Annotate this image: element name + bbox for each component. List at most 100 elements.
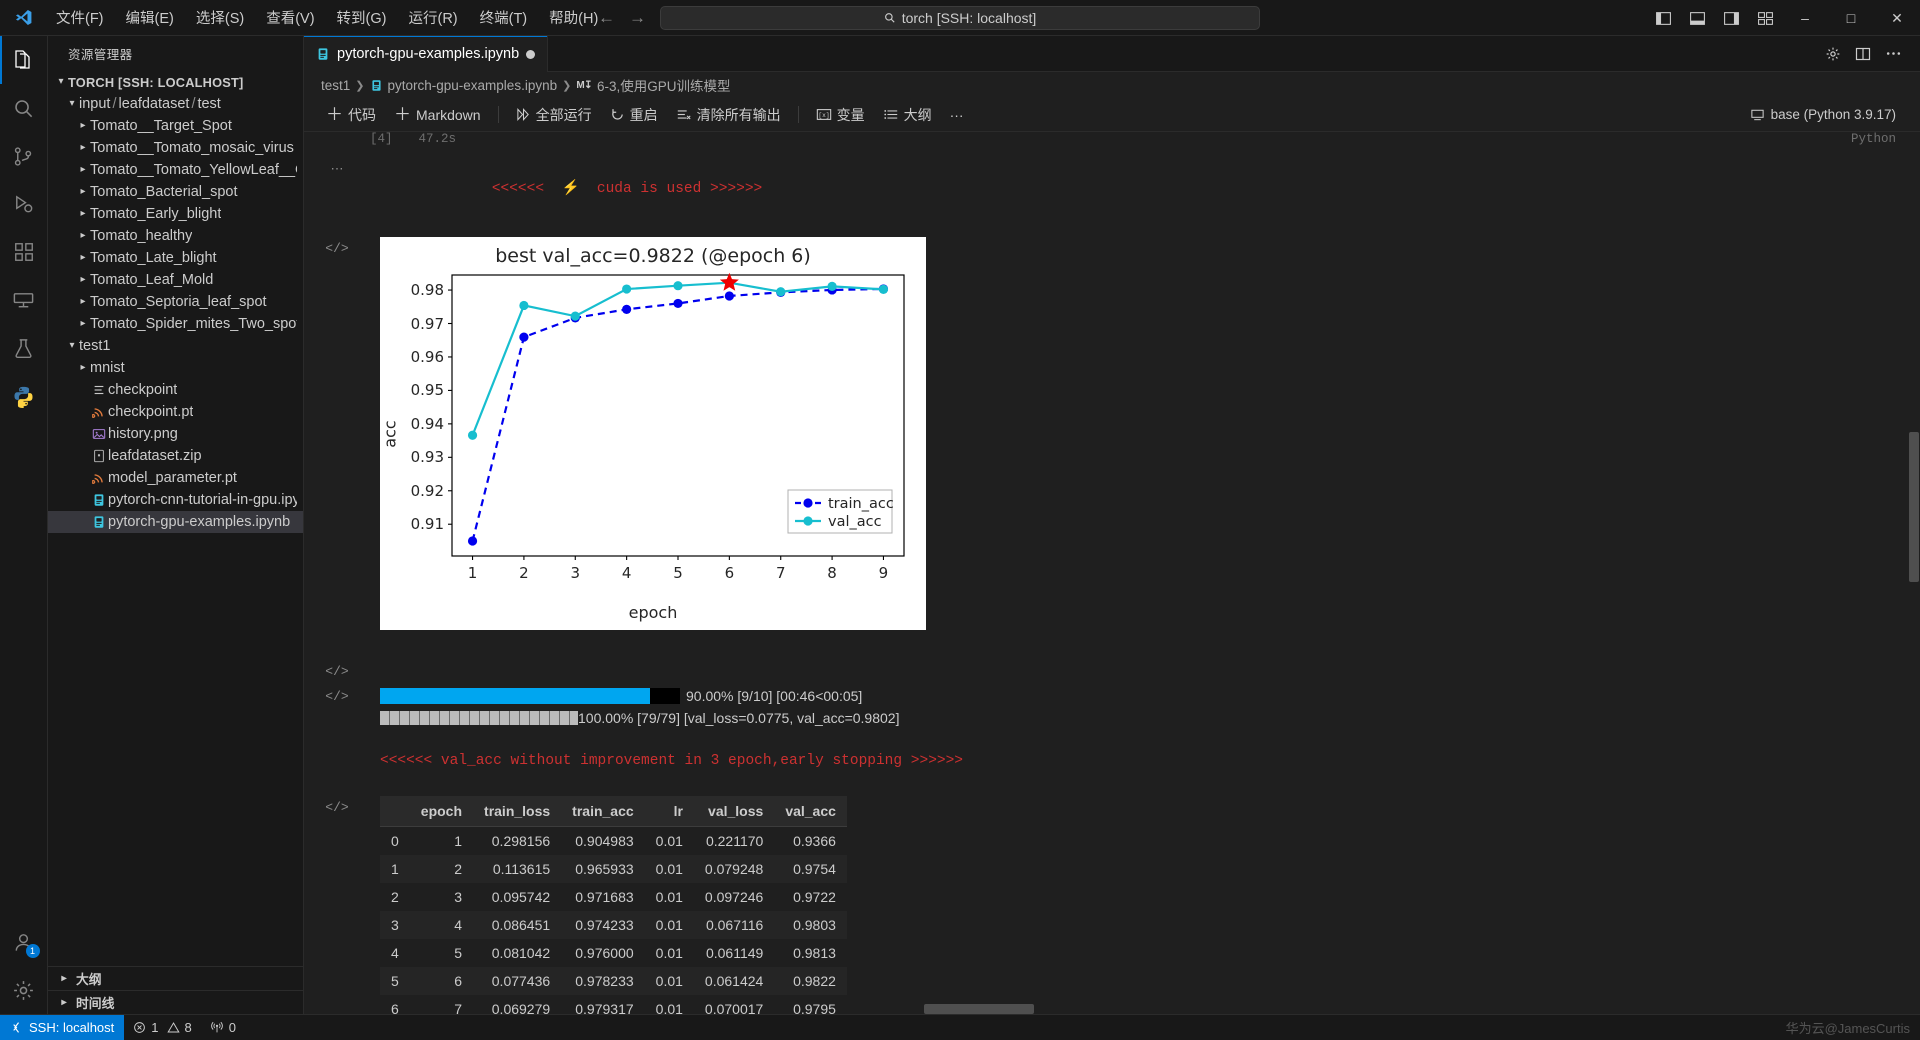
output-code-gutter[interactable]: </> <box>304 685 370 729</box>
window-maximize-button[interactable]: □ <box>1828 0 1874 36</box>
scrollbar-thumb[interactable] <box>1909 431 1919 582</box>
breadcrumb-item-test1[interactable]: test1 <box>321 78 350 93</box>
activity-extensions[interactable] <box>0 228 48 276</box>
settings-gear-icon[interactable] <box>1820 39 1846 69</box>
tree-folder-test1[interactable]: ▾ test1 <box>48 335 303 357</box>
menu-run[interactable]: 运行(R) <box>398 3 467 32</box>
menu-terminal[interactable]: 终端(T) <box>470 3 538 32</box>
activity-explorer[interactable] <box>0 36 48 84</box>
more-actions-icon[interactable] <box>1880 39 1906 69</box>
tree-folder-tomato-early-blight[interactable]: ▸ Tomato_Early_blight <box>48 203 303 225</box>
table-row: 6 7 0.069279 0.979317 0.01 0.070017 0.9795 <box>380 995 847 1014</box>
window-close-button[interactable]: ✕ <box>1874 0 1920 36</box>
chart-legend-val_acc: val_acc <box>828 514 882 530</box>
tree-folder-tomato-yellowleaf-curl[interactable]: ▸ Tomato__Tomato_YellowLeaf__Curl_... <box>48 159 303 181</box>
tree-file-checkpoint[interactable]: checkpoint <box>48 379 303 401</box>
tree-folder-tomato-late-blight[interactable]: ▸ Tomato_Late_blight <box>48 247 303 269</box>
panel-left-icon[interactable] <box>1646 0 1680 36</box>
markdown-icon: M↧ <box>576 79 593 91</box>
output-code-gutter[interactable]: </> <box>304 796 370 1014</box>
window-minimize-button[interactable]: – <box>1782 0 1828 36</box>
table-header-val_loss: val_loss <box>693 796 775 828</box>
notebook-scroll-area[interactable]: [4] 47.2s Python ⋯ <<<<<< ⚡ cuda is used… <box>304 132 1920 1014</box>
tree-file-checkpoint-pt[interactable]: checkpoint.pt <box>48 401 303 423</box>
add-markdown-cell-button[interactable]: ＋ Markdown <box>386 104 489 126</box>
kernel-selector[interactable]: base (Python 3.9.17) <box>1742 104 1904 125</box>
run-all-button[interactable]: 全部运行 <box>508 102 600 128</box>
tree-file-history-png[interactable]: history.png <box>48 423 303 445</box>
tree-root-torch[interactable]: ▾ TORCH [SSH: LOCALHOST] <box>48 71 303 93</box>
menu-go[interactable]: 转到(G) <box>327 3 397 32</box>
chevron-right-icon: ❯ <box>355 79 365 92</box>
code-brackets-icon[interactable]: </> <box>325 241 348 630</box>
panel-timeline[interactable]: ▸ 时间线 <box>48 990 303 1014</box>
arrow-left-icon[interactable]: ← <box>598 9 615 26</box>
ports-status[interactable]: 0 <box>201 1015 245 1040</box>
add-code-cell-button[interactable]: ＋ 代码 <box>318 102 384 128</box>
tree-folder-tomato-spider-mites[interactable]: ▸ Tomato_Spider_mites_Two_spotted... <box>48 313 303 335</box>
table-row: 2 3 0.095742 0.971683 0.01 0.097246 0.9722 <box>380 883 847 912</box>
menu-selection[interactable]: 选择(S) <box>186 3 254 32</box>
output-collapse-gutter[interactable]: ⋯ <box>304 158 370 221</box>
table-cell-train_loss: 0.095742 <box>473 883 562 912</box>
variables-button[interactable]: [x] 变量 <box>808 102 873 128</box>
clear-outputs-button[interactable]: 清除所有输出 <box>668 102 789 128</box>
tree-file-leafdataset-zip[interactable]: leafdataset.zip <box>48 445 303 467</box>
tree-folder-input-leafdataset-test[interactable]: ▾ input / leafdataset / test <box>48 93 303 115</box>
editor-vertical-scrollbar[interactable] <box>1906 132 1920 1014</box>
tree-folder-mnist[interactable]: ▸ mnist <box>48 357 303 379</box>
more-toolbar-actions[interactable]: ··· <box>942 104 972 126</box>
breadcrumb-item-file[interactable]: pytorch-gpu-examples.ipynb <box>388 78 558 93</box>
restart-kernel-button[interactable]: 重启 <box>602 102 666 128</box>
menu-view[interactable]: 查看(V) <box>256 3 324 32</box>
tree-folder-tomato-leaf-mold[interactable]: ▸ Tomato_Leaf_Mold <box>48 269 303 291</box>
activity-source-control[interactable] <box>0 132 48 180</box>
code-brackets-icon[interactable]: </> <box>325 689 348 729</box>
editor-horizontal-scrollbar[interactable] <box>924 1004 1034 1014</box>
activity-run-debug[interactable] <box>0 180 48 228</box>
file-generic-icon <box>90 383 108 397</box>
editor-tab-label: pytorch-gpu-examples.ipynb <box>337 46 520 62</box>
menu-file[interactable]: 文件(F) <box>46 3 114 32</box>
arrow-right-icon[interactable]: → <box>629 9 646 26</box>
tree-folder-tomato-healthy[interactable]: ▸ Tomato_healthy <box>48 225 303 247</box>
panel-right-icon[interactable] <box>1714 0 1748 36</box>
command-center-search[interactable]: torch [SSH: localhost] <box>660 5 1260 30</box>
command-center-text: torch [SSH: localhost] <box>901 9 1037 26</box>
activity-testing[interactable] <box>0 324 48 372</box>
outline-button[interactable]: 大纲 <box>875 102 940 128</box>
more-dots-icon[interactable]: ⋯ <box>331 162 344 221</box>
problems-status[interactable]: 1 8 <box>124 1015 200 1040</box>
output-code-gutter[interactable]: </> <box>304 660 370 679</box>
editor-tab-pytorch-gpu-examples[interactable]: pytorch-gpu-examples.ipynb <box>304 36 549 72</box>
code-brackets-icon[interactable]: </> <box>325 800 348 1014</box>
tree-folder-tomato-bacterial-spot[interactable]: ▸ Tomato_Bacterial_spot <box>48 181 303 203</box>
tree-folder-tomato-septoria-leaf-spot[interactable]: ▸ Tomato_Septoria_leaf_spot <box>48 291 303 313</box>
tree-label: Tomato_Leaf_Mold <box>90 272 214 288</box>
tree-file-model-parameter-pt[interactable]: model_parameter.pt <box>48 467 303 489</box>
tree-file-pytorch-cnn-tutorial[interactable]: pytorch-cnn-tutorial-in-gpu.ipynb <box>48 489 303 511</box>
tree-file-pytorch-gpu-examples[interactable]: pytorch-gpu-examples.ipynb <box>48 511 303 533</box>
menu-edit[interactable]: 编辑(E) <box>116 3 184 32</box>
activity-accounts[interactable]: 1 <box>0 918 48 966</box>
activity-settings[interactable] <box>0 966 48 1014</box>
clear-outputs-icon <box>676 107 692 122</box>
activity-search[interactable] <box>0 84 48 132</box>
file-tree[interactable]: ▾ TORCH [SSH: LOCALHOST] ▾ input / leafdata… <box>48 71 303 966</box>
tree-folder-tomato-target-spot[interactable]: ▸ Tomato__Target_Spot <box>48 115 303 137</box>
table-cell-val_acc: 0.9795 <box>774 995 847 1014</box>
code-brackets-icon[interactable]: </> <box>325 664 348 679</box>
tree-folder-tomato-mosaic-virus[interactable]: ▸ Tomato__Tomato_mosaic_virus <box>48 137 303 159</box>
breadcrumb-item-cell[interactable]: 6-3,使用GPU训练模型 <box>597 75 731 95</box>
split-editor-icon[interactable] <box>1850 39 1876 69</box>
activity-remote-explorer[interactable] <box>0 276 48 324</box>
panel-bottom-icon[interactable] <box>1680 0 1714 36</box>
chart-point-val_acc <box>467 430 478 440</box>
activity-python[interactable] <box>0 372 48 420</box>
customize-layout-icon[interactable] <box>1748 0 1782 36</box>
tree-label: Tomato_Early_blight <box>90 206 222 222</box>
remote-indicator[interactable]: SSH: localhost <box>0 1014 125 1040</box>
output-code-gutter[interactable]: </> <box>304 237 370 630</box>
panel-outline[interactable]: ▸ 大纲 <box>48 966 303 990</box>
chart-ytick: 0.97 <box>410 314 444 333</box>
